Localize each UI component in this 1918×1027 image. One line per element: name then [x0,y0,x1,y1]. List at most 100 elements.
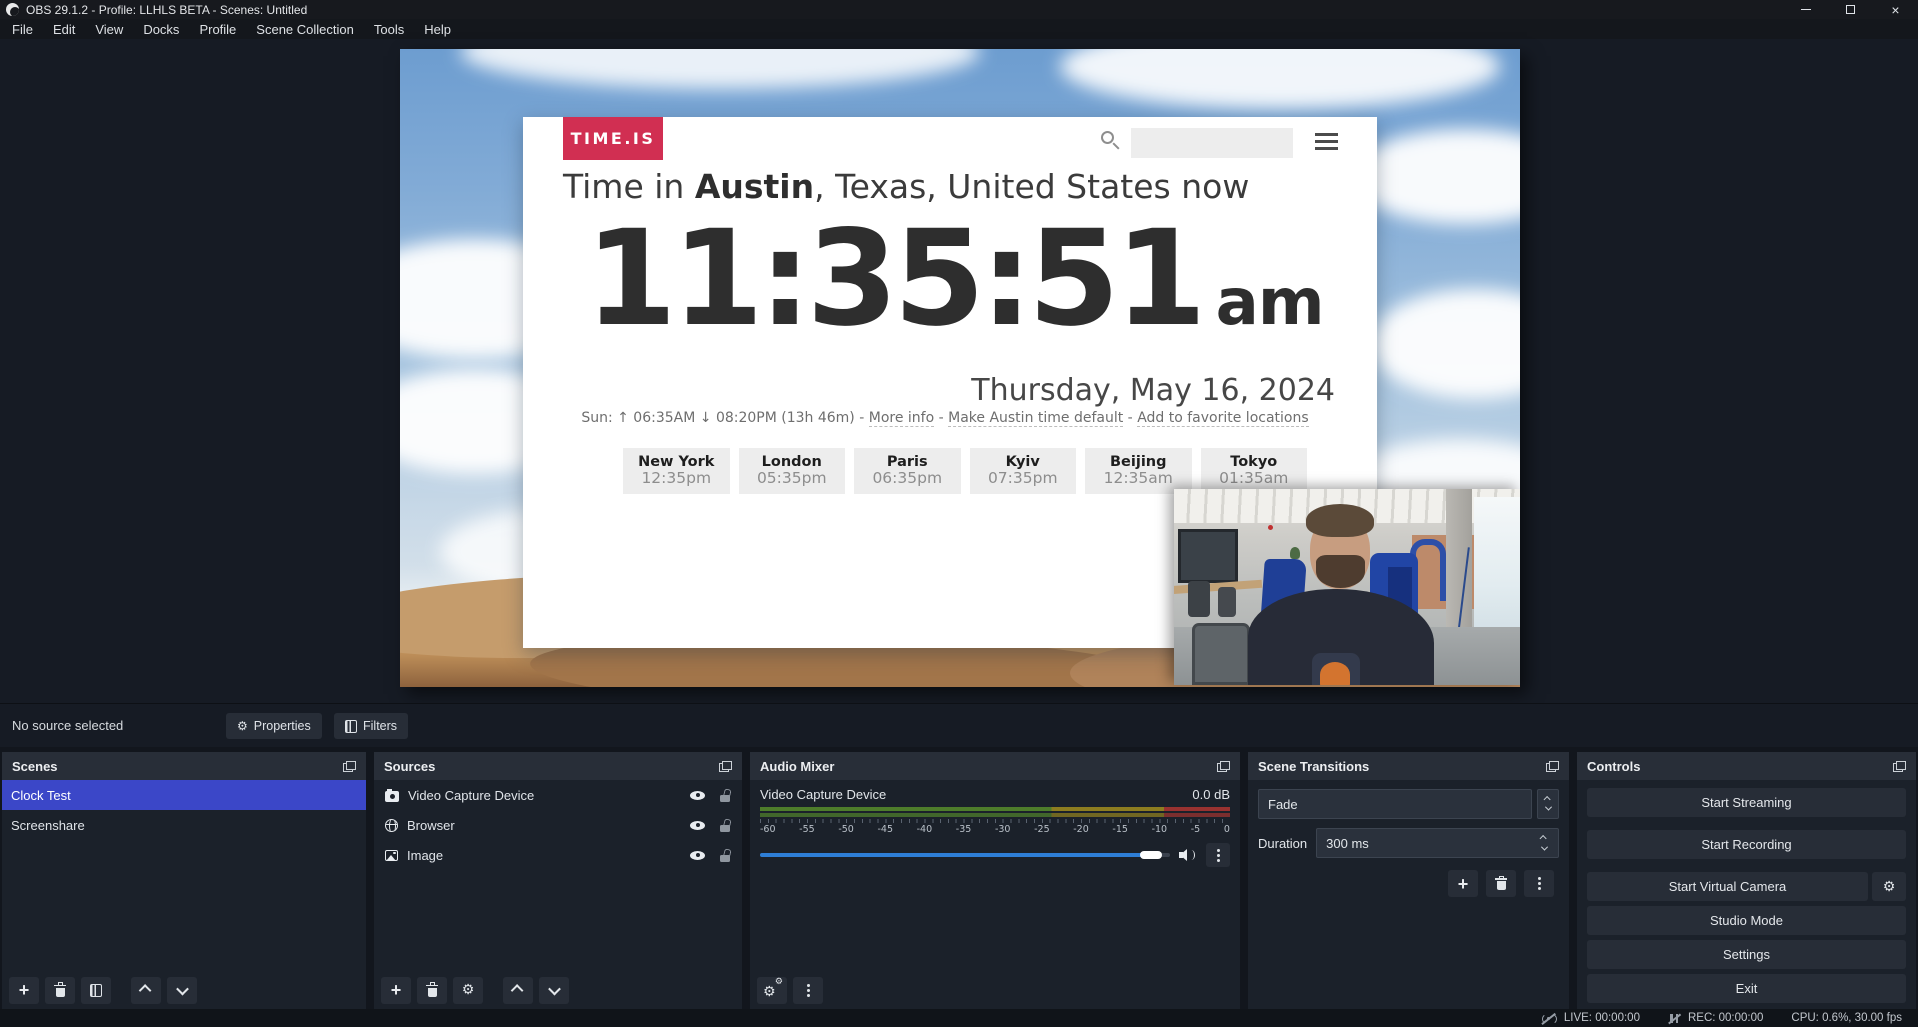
cpu-fps-text: CPU: 0.6%, 30.00 fps [1791,1012,1902,1024]
more-info-link: More info [869,410,934,427]
audio-mixer-toolbar: ⚙⚙ [750,971,1240,1009]
world-cities-row: New York12:35pm London05:35pm Paris06:35… [623,448,1307,494]
lock-icon[interactable] [720,818,731,832]
meter-tick-labels: -60-55-50-45-40-35-30-25-20-15-10-50 [760,824,1230,835]
add-favorite-link: Add to favorite locations [1137,410,1308,427]
transition-select-arrows[interactable] [1537,789,1559,819]
scene-filters-button[interactable] [81,977,111,1004]
scene-item-screenshare[interactable]: Screenshare [2,810,366,840]
remove-transition-button[interactable] [1486,870,1516,897]
popout-icon[interactable] [719,761,732,772]
timeis-heading: Time in Austin, Texas, United States now [563,167,1249,206]
scene-item-clock-test[interactable]: Clock Test [2,780,366,810]
popout-icon[interactable] [1893,761,1906,772]
menu-profile[interactable]: Profile [189,19,246,39]
menu-tools[interactable]: Tools [364,19,414,39]
popout-icon[interactable] [343,761,356,772]
maximize-button[interactable] [1828,0,1873,19]
selection-status-label: No source selected [12,718,123,733]
mixer-level-db: 0.0 dB [1192,787,1230,802]
menu-edit[interactable]: Edit [43,19,85,39]
sources-title: Sources [384,759,435,774]
move-source-up-button[interactable] [503,977,533,1004]
duration-spin-arrows[interactable] [1542,836,1549,851]
dock-panels: Scenes Clock Test Screenshare + Sources … [0,747,1918,1009]
visibility-eye-icon[interactable] [690,848,705,863]
properties-button[interactable]: ⚙ Properties [226,713,322,739]
menu-view[interactable]: View [85,19,133,39]
add-scene-button[interactable]: + [9,977,39,1004]
menu-scene-collection[interactable]: Scene Collection [246,19,364,39]
advanced-audio-button[interactable]: ⚙⚙ [757,977,787,1004]
gear-icon: ⚙ [237,720,248,732]
popout-icon[interactable] [1217,761,1230,772]
double-gear-icon: ⚙⚙ [763,982,781,998]
source-item-image[interactable]: Image [374,840,742,870]
start-streaming-button[interactable]: Start Streaming [1587,788,1906,817]
vertical-dots-icon [807,989,810,992]
audio-mixer-panel: Audio Mixer Video Capture Device 0.0 dB … [750,752,1240,1009]
lock-icon[interactable] [720,788,731,802]
program-preview-canvas[interactable]: TIME.IS Time in Austin, Texas, United St… [400,49,1520,687]
studio-mode-button[interactable]: Studio Mode [1587,906,1906,935]
menu-help[interactable]: Help [414,19,461,39]
source-toolbar: No source selected ⚙ Properties Filters [0,703,1918,747]
sources-toolbar: + ⚙ [374,971,742,1009]
start-recording-button[interactable]: Start Recording [1587,830,1906,859]
trash-icon [54,984,66,997]
remove-source-button[interactable] [417,977,447,1004]
exit-button[interactable]: Exit [1587,974,1906,1003]
city-card: Kyiv07:35pm [970,448,1077,494]
filters-button[interactable]: Filters [334,713,408,739]
gear-icon: ⚙ [462,983,475,997]
sources-header: Sources [374,752,742,780]
live-timer: LIVE: 00:00:00 [1564,1012,1640,1024]
menu-file[interactable]: File [0,19,43,39]
scene-transitions-panel: Scene Transitions Fade Duration 300 ms [1248,752,1569,1009]
lock-icon[interactable] [720,848,731,862]
mixer-menu-button[interactable] [793,977,823,1004]
chevron-down-icon [176,982,189,995]
chevron-down-icon [548,982,561,995]
status-bar: LIVE: 00:00:00 REC: 00:00:00 CPU: 0.6%, … [0,1009,1918,1027]
volume-slider[interactable] [760,853,1170,857]
maximize-icon [1846,5,1855,14]
close-button[interactable]: × [1873,0,1918,19]
source-properties-button[interactable]: ⚙ [453,977,483,1004]
source-item-video-capture[interactable]: Video Capture Device [374,780,742,810]
city-card: New York12:35pm [623,448,730,494]
volume-slider-handle[interactable] [1140,851,1162,859]
visibility-eye-icon[interactable] [690,788,705,803]
speaker-icon[interactable] [1179,849,1197,861]
minimize-button[interactable] [1783,0,1828,19]
volume-meter-bottom [760,813,1230,817]
virtual-camera-config-button[interactable]: ⚙ [1872,872,1906,901]
recording-off-icon [1668,1012,1681,1025]
controls-panel: Controls Start Streaming Start Recording… [1577,752,1916,1009]
settings-button[interactable]: Settings [1587,940,1906,969]
make-default-link: Make Austin time default [948,410,1123,427]
heading-city: Austin [695,167,814,206]
transition-menu-button[interactable] [1524,870,1554,897]
move-source-down-button[interactable] [539,977,569,1004]
filters-icon [345,720,357,733]
duration-spinbox[interactable]: 300 ms [1316,828,1559,858]
add-transition-button[interactable]: + [1448,870,1478,897]
city-card: Paris06:35pm [854,448,961,494]
hamburger-menu-icon [1315,133,1338,154]
menu-docks[interactable]: Docks [133,19,189,39]
visibility-eye-icon[interactable] [690,818,705,833]
window-title: OBS 29.1.2 - Profile: LLHLS BETA - Scene… [26,3,307,17]
move-scene-down-button[interactable] [167,977,197,1004]
sources-list: Video Capture Device Browser Image [374,780,742,971]
controls-title: Controls [1587,759,1640,774]
move-scene-up-button[interactable] [131,977,161,1004]
add-source-button[interactable]: + [381,977,411,1004]
audio-mixer-title: Audio Mixer [760,759,834,774]
remove-scene-button[interactable] [45,977,75,1004]
source-item-browser[interactable]: Browser [374,810,742,840]
mixer-channel-menu-button[interactable] [1206,843,1230,867]
start-virtual-camera-button[interactable]: Start Virtual Camera [1587,872,1868,901]
popout-icon[interactable] [1546,761,1559,772]
transition-select[interactable]: Fade [1258,789,1532,819]
